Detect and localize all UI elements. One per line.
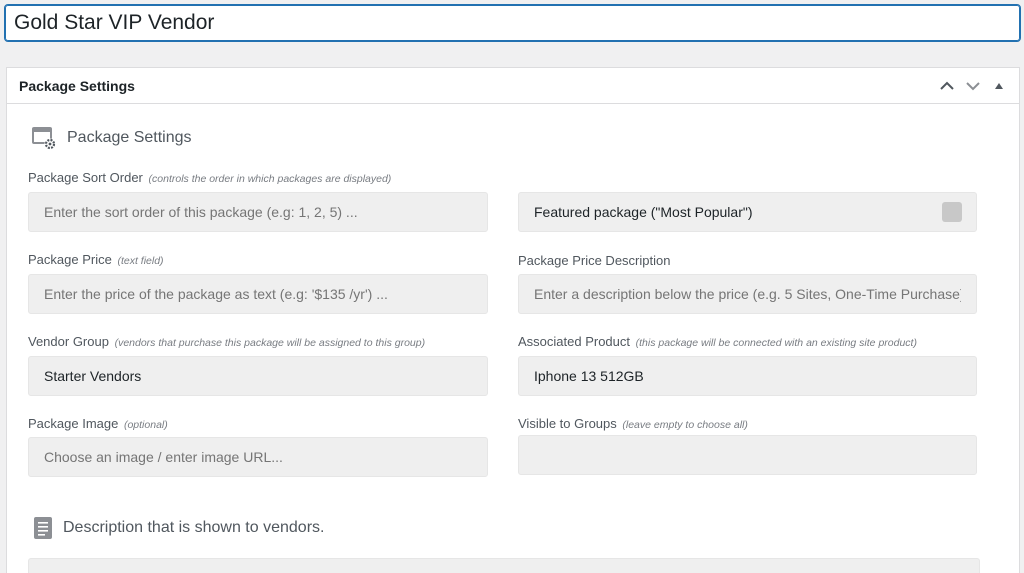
price-input[interactable] xyxy=(28,274,488,314)
post-title-input[interactable] xyxy=(4,4,1021,42)
move-up-button[interactable] xyxy=(937,76,957,96)
document-icon xyxy=(34,517,52,539)
package-image-label: Package Image (optional) xyxy=(28,416,168,431)
description-section-title: Description that is shown to vendors. xyxy=(63,519,325,536)
toggle-panel-button[interactable] xyxy=(989,76,1009,96)
featured-package-toggle[interactable]: Featured package ("Most Popular") xyxy=(518,192,977,232)
visible-groups-label: Visible to Groups (leave empty to choose… xyxy=(518,416,748,431)
package-gear-icon xyxy=(32,127,56,150)
section-header-description: Description that is shown to vendors. xyxy=(33,516,324,540)
associated-product-label: Associated Product (this package will be… xyxy=(518,334,917,349)
price-description-label: Package Price Description xyxy=(518,253,671,268)
description-editor[interactable] xyxy=(28,558,980,573)
associated-product-select[interactable]: Iphone 13 512GB xyxy=(518,356,977,396)
chevron-up-icon xyxy=(940,81,954,90)
visible-groups-select[interactable] xyxy=(518,435,977,475)
triangle-up-icon xyxy=(995,83,1003,89)
vendor-group-label: Vendor Group (vendors that purchase this… xyxy=(28,334,426,349)
vendor-group-select[interactable]: Starter Vendors xyxy=(28,356,488,396)
panel-header: Package Settings xyxy=(7,68,1019,104)
featured-package-label: Featured package ("Most Popular") xyxy=(534,204,753,220)
panel-actions xyxy=(937,68,1009,104)
sort-order-input[interactable] xyxy=(28,192,488,232)
section-header-settings: Package Settings xyxy=(31,125,192,151)
sort-order-label: Package Sort Order (controls the order i… xyxy=(28,170,392,185)
panel-title: Package Settings xyxy=(19,77,135,94)
move-down-button[interactable] xyxy=(963,76,983,96)
vendor-group-value: Starter Vendors xyxy=(44,368,142,384)
price-label: Package Price (text field) xyxy=(28,252,164,267)
featured-checkbox[interactable] xyxy=(942,202,962,222)
section-title: Package Settings xyxy=(67,129,192,146)
chevron-down-icon xyxy=(966,82,980,91)
associated-product-value: Iphone 13 512GB xyxy=(534,368,644,384)
package-image-input[interactable] xyxy=(28,437,488,477)
price-description-input[interactable] xyxy=(518,274,977,314)
